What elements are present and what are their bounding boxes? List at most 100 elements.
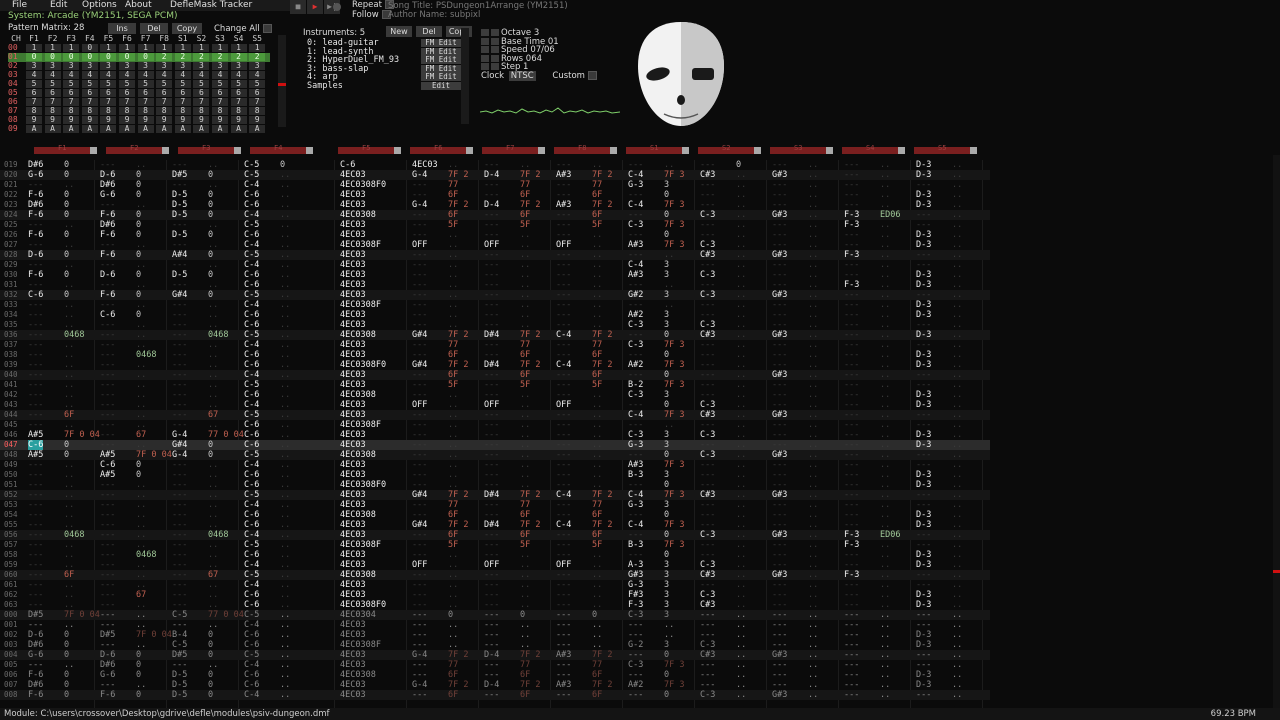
note-cell[interactable]: --- <box>484 670 499 680</box>
param-cell[interactable]: 3 <box>664 310 669 320</box>
param-cell[interactable]: .. <box>880 320 890 330</box>
param-cell[interactable]: .. <box>208 160 218 170</box>
note-cell[interactable]: --- <box>772 220 787 230</box>
param-cell[interactable]: 7F 3 <box>664 380 684 390</box>
param-cell[interactable]: 6F <box>448 350 458 360</box>
note-cell[interactable]: C-3 <box>700 590 715 600</box>
note-cell[interactable]: --- <box>700 350 715 360</box>
note-cell[interactable]: G#3 <box>772 570 787 580</box>
param-cell[interactable]: .. <box>64 460 74 470</box>
param-cell[interactable]: 6F <box>520 190 530 200</box>
pattern-row[interactable]: 050 ---.. A#5 0 ---.. C-6.. 4EC03 ---.. ---.. ---… <box>0 470 990 480</box>
note-cell[interactable]: G-4 <box>412 650 427 660</box>
matrix-cell[interactable]: 0 <box>119 53 135 61</box>
note-cell[interactable]: D-5 <box>172 670 187 680</box>
note-cell[interactable]: 4EC03 <box>340 440 366 450</box>
note-cell[interactable]: G#3 <box>772 290 787 300</box>
note-cell[interactable]: --- <box>484 210 499 220</box>
pattern-row[interactable]: 054 ---.. ---.. ---.. C-6.. 4EC0308 --- 6F --- 6F… <box>0 510 990 520</box>
param-cell[interactable]: 0 <box>136 250 141 260</box>
note-cell[interactable]: --- <box>484 230 499 240</box>
param-cell[interactable]: .. <box>808 260 818 270</box>
note-cell[interactable]: --- <box>844 670 859 680</box>
note-cell[interactable]: 4EC0308 <box>340 570 376 580</box>
matrix-cell[interactable]: 6 <box>119 89 135 97</box>
param-cell[interactable]: .. <box>592 310 602 320</box>
param-cell[interactable]: .. <box>952 570 962 580</box>
param-cell[interactable]: .. <box>808 310 818 320</box>
matrix-cell[interactable]: 9 <box>230 116 247 124</box>
param-cell[interactable]: 0 <box>136 180 141 190</box>
note-cell[interactable]: --- <box>172 470 187 480</box>
param-cell[interactable]: .. <box>808 590 818 600</box>
note-cell[interactable]: B-3 <box>628 540 643 550</box>
param-cell[interactable]: .. <box>208 400 218 410</box>
note-cell[interactable]: --- <box>484 340 499 350</box>
matrix-ins-button[interactable]: Ins <box>108 23 136 34</box>
param-cell[interactable]: .. <box>448 410 458 420</box>
param-cell[interactable]: .. <box>64 310 74 320</box>
note-cell[interactable]: --- <box>172 220 187 230</box>
note-cell[interactable]: D#6 <box>28 640 43 650</box>
minus-icon[interactable] <box>481 46 489 53</box>
note-cell[interactable]: 4EC0308F0 <box>340 180 386 190</box>
param-cell[interactable]: .. <box>736 640 746 650</box>
param-cell[interactable]: .. <box>520 270 530 280</box>
param-cell[interactable]: .. <box>880 520 890 530</box>
param-cell[interactable]: .. <box>208 490 218 500</box>
param-cell[interactable]: .. <box>736 180 746 190</box>
param-cell[interactable]: .. <box>448 470 458 480</box>
note-cell[interactable]: --- <box>844 470 859 480</box>
note-cell[interactable]: --- <box>700 620 715 630</box>
note-cell[interactable]: --- <box>412 640 427 650</box>
note-cell[interactable]: C-4 <box>628 260 643 270</box>
matrix-cell[interactable]: 9 <box>81 116 98 124</box>
param-cell[interactable]: 3 <box>664 260 669 270</box>
pattern-row[interactable]: 061 ---.. ---.. ---.. C-4.. 4EC03 ---.. ---.. --… <box>0 580 990 590</box>
note-cell[interactable]: --- <box>28 590 43 600</box>
param-cell[interactable]: 6F <box>592 210 602 220</box>
note-cell[interactable]: --- <box>412 210 427 220</box>
note-cell[interactable]: C-4 <box>244 530 259 540</box>
note-cell[interactable]: --- <box>700 370 715 380</box>
param-cell[interactable]: 0 <box>208 270 213 280</box>
note-cell[interactable]: C-5 <box>172 640 187 650</box>
param-cell[interactable]: 7F 2 <box>592 330 612 340</box>
note-cell[interactable]: --- <box>172 660 187 670</box>
param-cell[interactable]: .. <box>808 190 818 200</box>
pattern-row[interactable]: 004 G-6 0 D-6 0 D#5 0 C-5.. 4EC03 G-4 7F 2 D-4 7F 2A… <box>0 650 990 660</box>
note-cell[interactable]: 4EC03 <box>340 280 366 290</box>
param-cell[interactable]: .. <box>736 430 746 440</box>
param-cell[interactable]: .. <box>136 530 146 540</box>
param-cell[interactable]: 77 <box>520 500 530 510</box>
matrix-cell[interactable]: 5 <box>81 80 98 88</box>
param-cell[interactable]: 0 <box>664 350 669 360</box>
note-cell[interactable]: A#2 <box>628 360 643 370</box>
note-cell[interactable]: --- <box>916 460 931 470</box>
matrix-cell[interactable]: 7 <box>156 98 173 106</box>
note-cell[interactable]: --- <box>484 280 499 290</box>
note-cell[interactable]: C-6 <box>244 590 259 600</box>
param-cell[interactable]: 0 <box>208 230 213 240</box>
param-cell[interactable]: 7F 2 <box>592 650 612 660</box>
param-cell[interactable]: .. <box>136 520 146 530</box>
param-cell[interactable]: 0 <box>136 690 141 700</box>
param-cell[interactable]: .. <box>280 450 290 460</box>
param-cell[interactable]: .. <box>952 430 962 440</box>
note-cell[interactable]: --- <box>484 180 499 190</box>
note-cell[interactable]: --- <box>28 340 43 350</box>
param-cell[interactable]: .. <box>448 240 458 250</box>
minus-icon[interactable] <box>481 37 489 45</box>
param-cell[interactable]: .. <box>880 350 890 360</box>
pattern-row[interactable]: 043 ---.. ---.. ---.. C-4.. 4EC03 OFF.. OFF.. OF… <box>0 400 990 410</box>
param-cell[interactable]: .. <box>448 440 458 450</box>
note-cell[interactable]: --- <box>484 440 499 450</box>
note-cell[interactable]: 4EC0308 <box>340 450 376 460</box>
note-cell[interactable]: OFF <box>412 560 427 570</box>
param-cell[interactable]: .. <box>592 640 602 650</box>
note-cell[interactable]: G#4 <box>412 520 427 530</box>
param-cell[interactable]: .. <box>664 250 674 260</box>
param-cell[interactable]: 0 <box>208 680 213 690</box>
matrix-cell[interactable]: 4 <box>81 71 98 79</box>
note-cell[interactable]: --- <box>100 440 115 450</box>
